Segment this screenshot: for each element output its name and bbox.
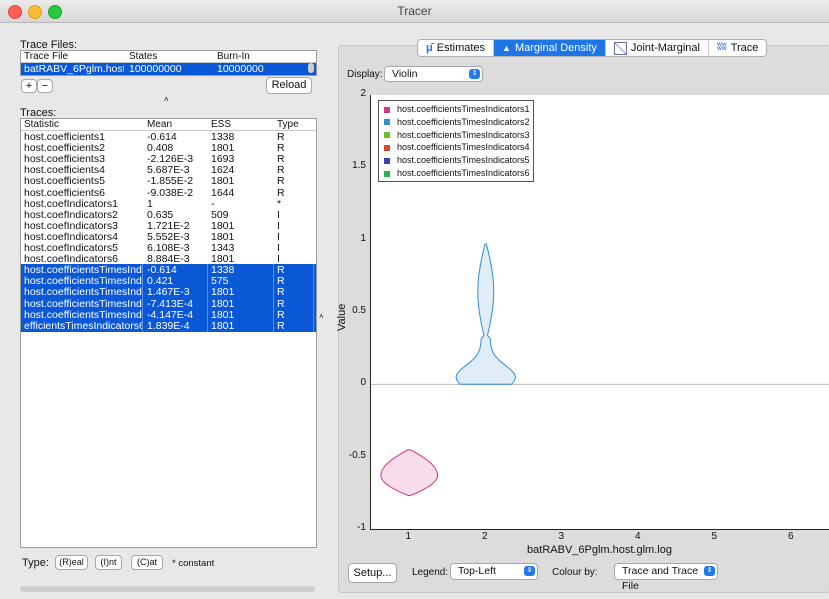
type-label: Type: bbox=[22, 557, 49, 569]
colour-by-label: Colour by: bbox=[552, 567, 598, 578]
files-scrollbar[interactable] bbox=[308, 63, 314, 73]
type-real-button[interactable]: (R)eal bbox=[55, 555, 88, 570]
add-trace-button[interactable]: + bbox=[21, 79, 37, 93]
type-cat-button[interactable]: (C)at bbox=[131, 555, 163, 570]
remove-trace-button[interactable]: − bbox=[37, 79, 53, 93]
trace-cell-ess: 1801 bbox=[211, 319, 274, 332]
display-label: Display: bbox=[347, 69, 383, 80]
constant-note: * constant bbox=[172, 558, 215, 569]
density-icon: ▲ bbox=[502, 43, 511, 53]
trace-cell-mean: 1.839E-4 bbox=[147, 319, 208, 332]
col-states[interactable]: States bbox=[129, 51, 157, 62]
x-tick-label: 2 bbox=[481, 531, 488, 542]
legend-position-label: Legend: bbox=[412, 567, 449, 578]
trace-file-burnin[interactable]: 10000000 bbox=[217, 63, 264, 75]
legend-item: host.coefficientsTimesIndicators5 bbox=[384, 155, 530, 167]
trace-file-states: 100000000 bbox=[129, 63, 182, 75]
trace-file-row[interactable]: batRABV_6Pglm.host.... 100000000 1000000… bbox=[21, 63, 316, 75]
tab-joint-marginal-label: Joint-Marginal bbox=[630, 42, 700, 54]
colour-by-select[interactable]: Trace and Trace File ⇕ bbox=[614, 563, 718, 592]
legend-position-value: Top-Left bbox=[458, 565, 496, 577]
tab-estimates[interactable]: μ̄ Estimates bbox=[418, 40, 495, 56]
y-tick-label: -1 bbox=[357, 522, 366, 533]
display-select[interactable]: Violin ⇕ bbox=[384, 66, 483, 82]
traces-table: Statistic Mean ESS Type host.coefficient… bbox=[20, 118, 317, 548]
trace-files-header: Trace File States Burn-In bbox=[21, 51, 316, 63]
legend-swatch bbox=[384, 106, 390, 113]
legend-item: host.coefficientsTimesIndicators3 bbox=[384, 130, 530, 142]
legend-item: host.coefficientsTimesIndicators1 bbox=[384, 104, 530, 116]
violin-1 bbox=[380, 448, 438, 497]
trace-file-name: batRABV_6Pglm.host.... bbox=[24, 63, 124, 75]
legend-label: host.coefficientsTimesIndicators1 bbox=[397, 104, 530, 114]
trace-row[interactable]: efficientsTimesIndicators6 1.839E-4 1801 R bbox=[21, 319, 316, 332]
setup-button[interactable]: Setup... bbox=[348, 563, 397, 583]
type-int-button[interactable]: (I)nt bbox=[95, 555, 122, 570]
y-tick-label: 1 bbox=[360, 232, 366, 244]
violin-2 bbox=[455, 243, 517, 385]
split-handle-icon[interactable]: ˄ bbox=[164, 95, 169, 104]
chevron-updown-icon: ⇕ bbox=[524, 566, 535, 576]
chevron-updown-icon: ⇕ bbox=[704, 566, 715, 576]
col-burnin[interactable]: Burn-In bbox=[217, 51, 250, 62]
col-mean[interactable]: Mean bbox=[147, 119, 172, 130]
trace-icon: ʬʬ bbox=[716, 42, 727, 53]
legend-position-select[interactable]: Top-Left ⇕ bbox=[450, 563, 538, 580]
x-tick-label: 6 bbox=[787, 531, 794, 542]
estimates-icon: μ̄ bbox=[426, 42, 433, 54]
tab-joint-marginal[interactable]: Joint-Marginal bbox=[606, 40, 709, 56]
col-type[interactable]: Type bbox=[277, 119, 299, 130]
tab-marginal-density[interactable]: ▲ Marginal Density bbox=[494, 40, 606, 56]
window-titlebar: Tracer bbox=[0, 0, 829, 23]
x-tick-label: 4 bbox=[634, 531, 641, 542]
chart-legend: host.coefficientsTimesIndicators1 host.co… bbox=[378, 100, 534, 182]
traces-header: Statistic Mean ESS Type bbox=[21, 119, 316, 131]
window-title: Tracer bbox=[397, 4, 432, 18]
tab-trace-label: Trace bbox=[730, 42, 759, 54]
joint-icon bbox=[613, 41, 627, 55]
x-axis-label: batRABV_6Pglm.host.glm.log bbox=[527, 544, 672, 556]
tab-trace[interactable]: ʬʬ Trace bbox=[709, 40, 766, 56]
legend-swatch bbox=[384, 170, 390, 177]
x-tick-label: 5 bbox=[711, 531, 718, 542]
col-trace-file[interactable]: Trace File bbox=[24, 51, 68, 62]
legend-item: host.coefficientsTimesIndicators2 bbox=[384, 117, 530, 129]
legend-swatch bbox=[384, 145, 390, 152]
col-statistic[interactable]: Statistic bbox=[24, 119, 59, 130]
chevron-updown-icon: ⇕ bbox=[469, 69, 480, 79]
split-pane-divider-icon[interactable]: ˄ bbox=[319, 312, 324, 321]
legend-item: host.coefficientsTimesIndicators4 bbox=[384, 142, 530, 154]
trace-files-table: Trace File States Burn-In batRABV_6Pglm.… bbox=[20, 50, 317, 76]
x-tick-label: 1 bbox=[405, 531, 412, 542]
display-select-value: Violin bbox=[392, 68, 418, 80]
x-tick-label: 3 bbox=[558, 531, 565, 542]
reload-button[interactable]: Reload bbox=[266, 77, 312, 94]
legend-label: host.coefficientsTimesIndicators5 bbox=[397, 155, 530, 166]
legend-label: host.coefficientsTimesIndicators2 bbox=[397, 116, 530, 127]
legend-swatch bbox=[384, 119, 390, 126]
y-tick-label: 2 bbox=[360, 88, 366, 99]
y-tick-label: 0 bbox=[360, 377, 366, 389]
legend-label: host.coefficientsTimesIndicators4 bbox=[397, 142, 530, 153]
tab-estimates-label: Estimates bbox=[436, 42, 486, 54]
trace-cell-stat: efficientsTimesIndicators6 bbox=[24, 319, 143, 332]
legend-item: host.coefficientsTimesIndicators6 bbox=[384, 168, 530, 180]
col-ess[interactable]: ESS bbox=[211, 119, 231, 130]
legend-swatch bbox=[384, 132, 390, 139]
y-tick-label: 1.5 bbox=[352, 160, 366, 172]
legend-label: host.coefficientsTimesIndicators3 bbox=[397, 129, 530, 140]
y-tick-label: -0.5 bbox=[348, 449, 366, 461]
horizontal-scrollbar[interactable] bbox=[20, 586, 315, 592]
legend-label: host.coefficientsTimesIndicators6 bbox=[397, 168, 530, 178]
y-axis-label: Value bbox=[336, 303, 348, 331]
trace-cell-type: R bbox=[277, 319, 314, 332]
tab-marginal-density-label: Marginal Density bbox=[514, 42, 597, 54]
analysis-tabs: μ̄ Estimates ▲ Marginal Density Joint-Ma… bbox=[417, 39, 768, 57]
legend-swatch bbox=[384, 157, 390, 164]
